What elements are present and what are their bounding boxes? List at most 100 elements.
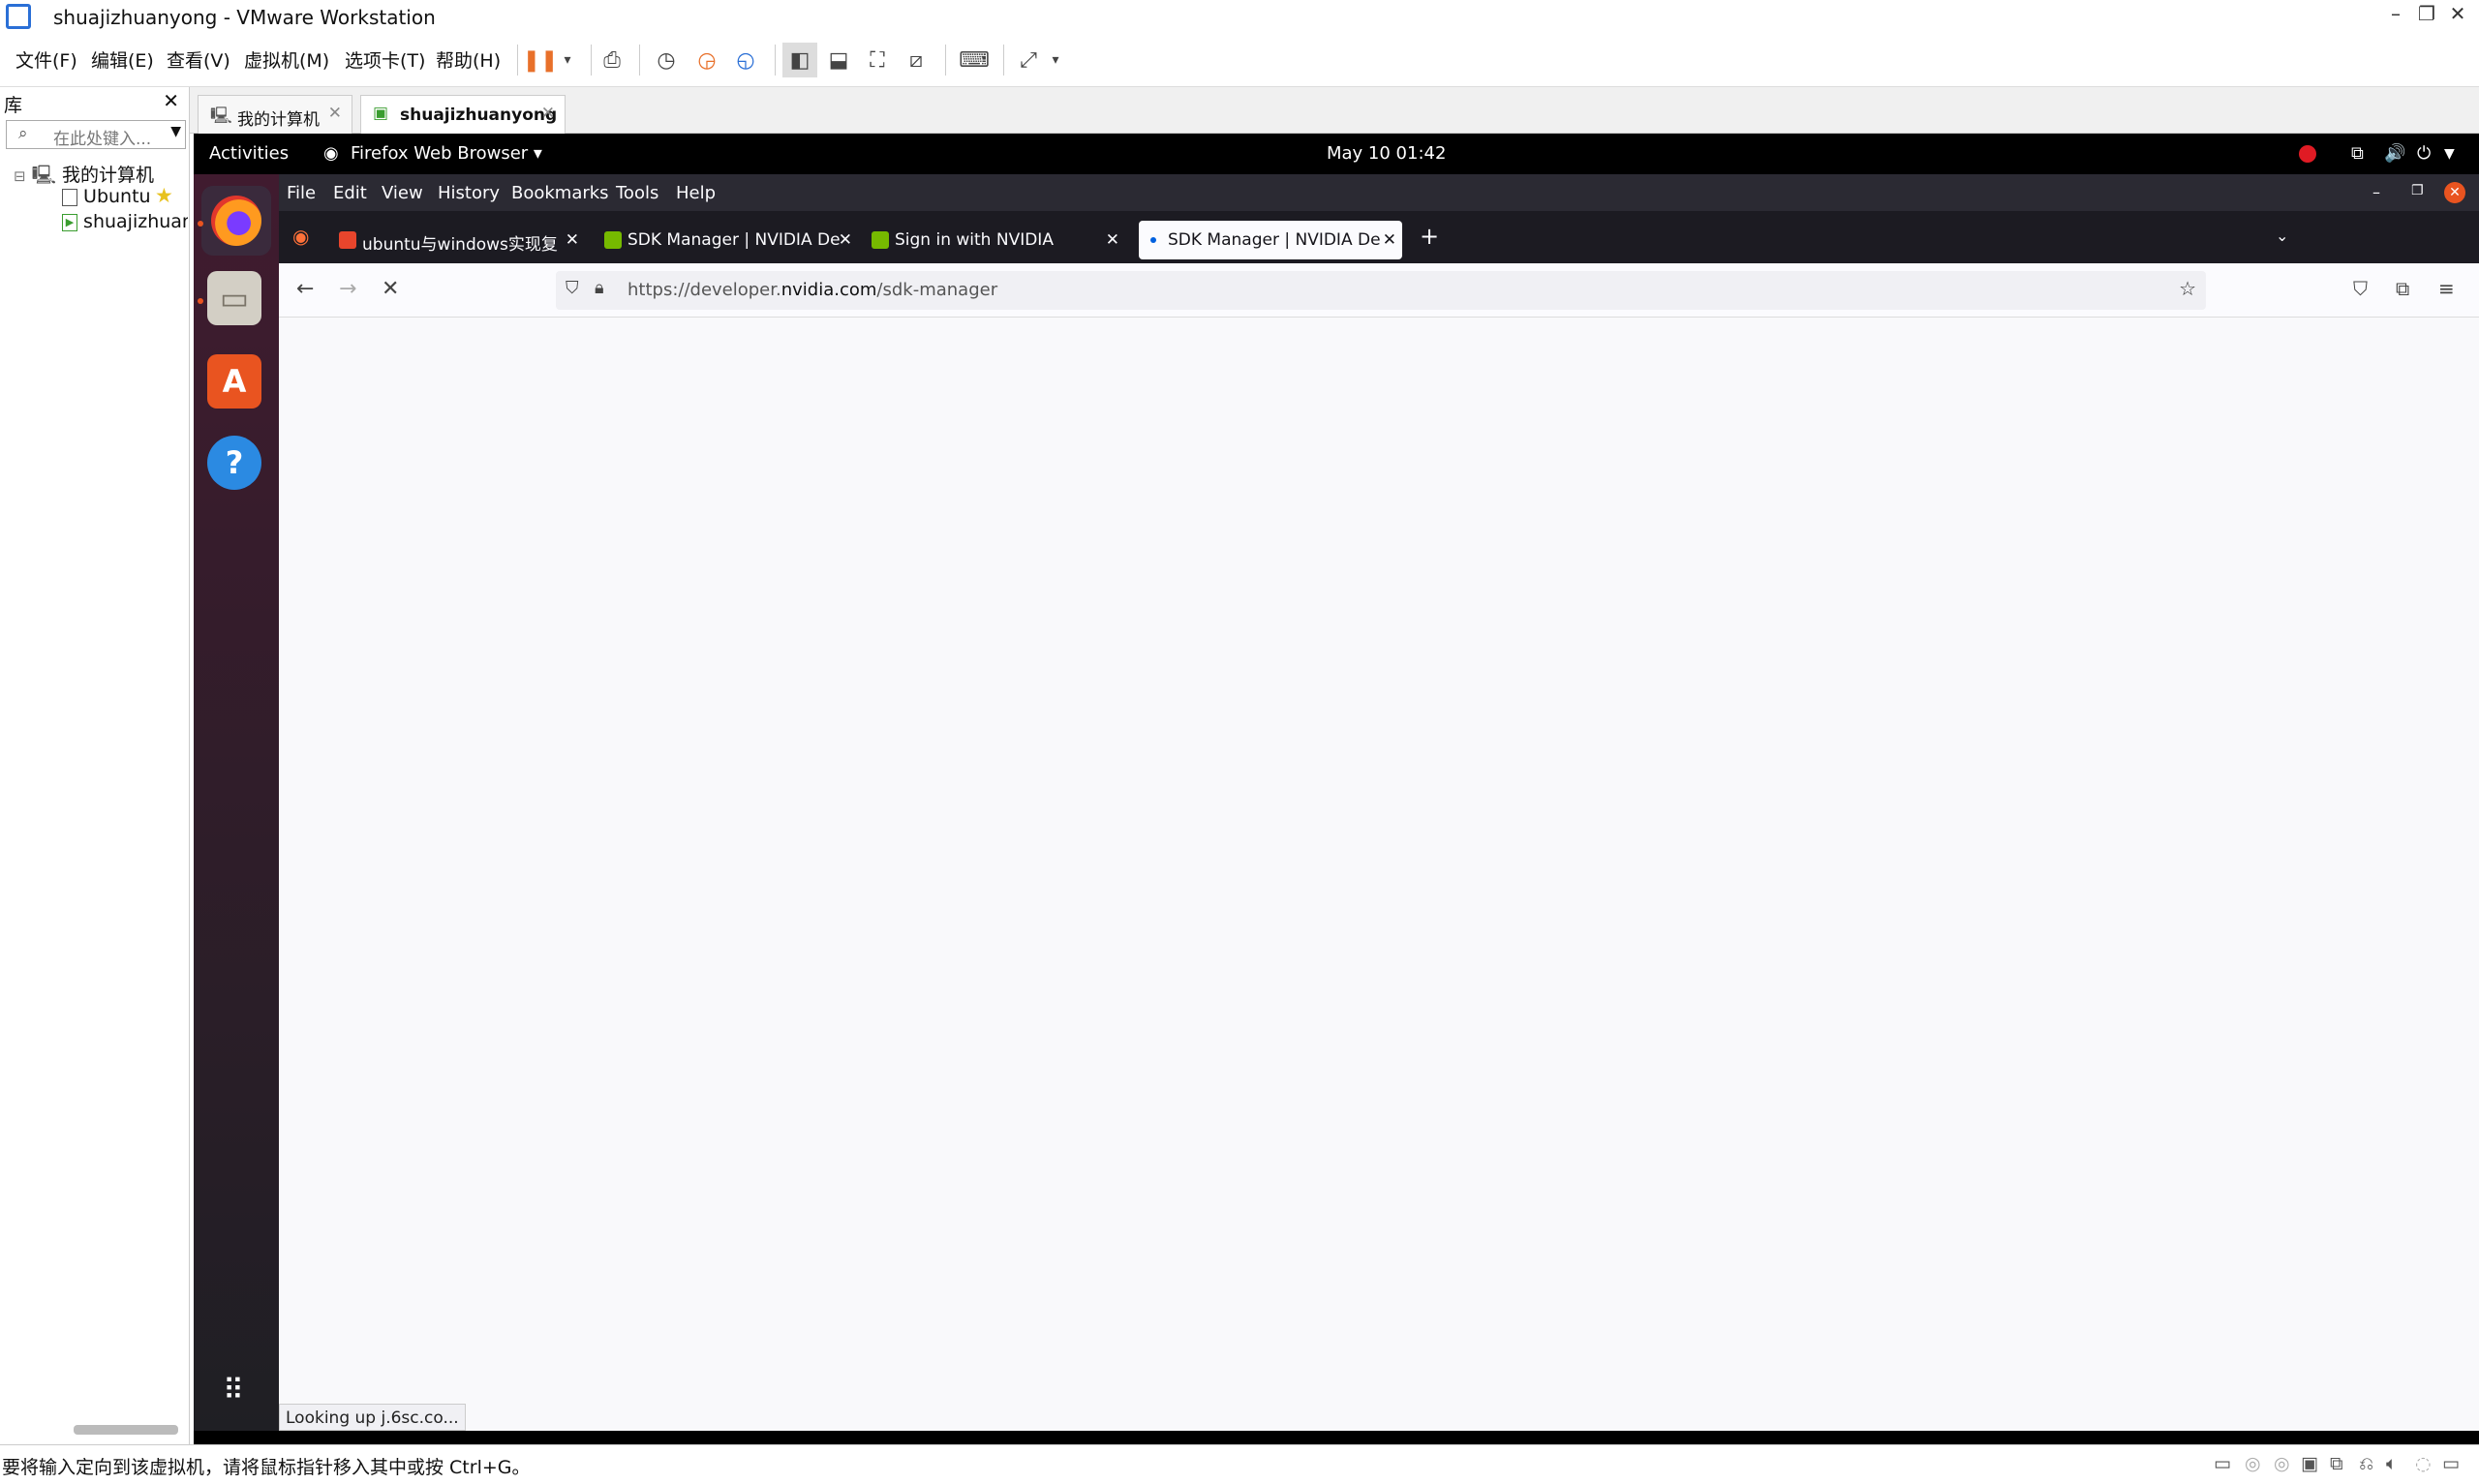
network-icon[interactable]: ⧉: [2351, 143, 2364, 164]
collapse-icon[interactable]: ⊟: [14, 167, 26, 185]
tab-my-computer[interactable]: 🖳 我的计算机 ✕: [198, 95, 352, 134]
dock-help-icon[interactable]: ?: [207, 436, 261, 490]
list-all-tabs-icon[interactable]: ⌄: [2276, 227, 2288, 245]
menu-vm[interactable]: 虚拟机(M): [244, 46, 329, 73]
ff-menu-tools[interactable]: Tools: [616, 183, 658, 203]
power-icon[interactable]: ⏻: [2417, 143, 2431, 164]
library-header: 库: [4, 95, 23, 116]
vm-display[interactable]: Activities ◉ Firefox Web Browser ▾ May 1…: [194, 134, 2479, 1444]
dock-software-icon[interactable]: A: [207, 354, 261, 409]
firefox-window: File Edit View History Bookmarks Tools H…: [279, 174, 2479, 1431]
ff-tab-1[interactable]: ubuntu与windows实现复 ✕: [333, 221, 585, 259]
menu-help[interactable]: 帮助(H): [436, 46, 501, 73]
cd-icon[interactable]: ◎: [2245, 1453, 2261, 1474]
tab-close-icon[interactable]: ✕: [1106, 230, 1119, 250]
ff-menu-history[interactable]: History: [438, 183, 500, 203]
url-domain: nvidia.com: [780, 280, 877, 300]
network-adapter-icon[interactable]: ⧉: [2330, 1453, 2343, 1474]
hdd-icon[interactable]: ▭: [2214, 1453, 2231, 1474]
extensions-icon[interactable]: ⧉: [2396, 277, 2409, 300]
snapshot-icon[interactable]: ◷: [649, 43, 684, 77]
running-vm-icon: ▶: [62, 213, 77, 231]
tracking-shield-icon[interactable]: ⛉: [566, 278, 579, 298]
url-bar[interactable]: ⛉ 🔒︎ https://developer.nvidia.com/sdk-ma…: [556, 271, 2206, 310]
tab-label: shuajizhuanyong: [400, 106, 558, 125]
pause-dropdown-icon[interactable]: ▾: [550, 43, 585, 77]
snapshot-manager-icon[interactable]: ◵: [728, 43, 763, 77]
page-content[interactable]: Looking up j.6sc.co...: [279, 318, 2479, 1431]
cd2-icon[interactable]: ◎: [2274, 1453, 2290, 1474]
tree-item-shuajizhuanyong[interactable]: ▶ shuajizhuanyong: [62, 211, 188, 232]
nvidia-favicon-icon: [604, 231, 622, 249]
library-close-icon[interactable]: ✕: [163, 89, 179, 112]
sound-icon[interactable]: 🔈︎: [2386, 1453, 2397, 1474]
menu-tabs[interactable]: 选项卡(T): [345, 46, 425, 73]
tab-title: Sign in with NVIDIA: [895, 230, 1054, 250]
console-icon[interactable]: ⌨: [957, 43, 992, 77]
favorite-star-icon: ★: [155, 184, 173, 207]
do-not-disturb-icon[interactable]: [2299, 145, 2316, 163]
printer-icon[interactable]: ◌: [2415, 1453, 2432, 1474]
tab-close-icon[interactable]: ✕: [541, 104, 555, 123]
dock-firefox-icon[interactable]: [201, 186, 271, 256]
library-scrollbar[interactable]: [74, 1425, 178, 1435]
menu-view[interactable]: 查看(V): [167, 46, 230, 73]
show-library-icon[interactable]: ◧: [782, 43, 817, 77]
firefox-view-icon[interactable]: ◉: [292, 225, 309, 248]
system-menu-chevron-icon[interactable]: ▼: [2444, 146, 2455, 162]
tree-root-label: 我的计算机: [62, 165, 155, 186]
ff-menu-bookmarks[interactable]: Bookmarks: [511, 183, 609, 203]
ff-restore-icon[interactable]: ❐: [2411, 183, 2424, 198]
dock-files-icon[interactable]: ▭: [207, 271, 261, 325]
new-tab-button[interactable]: +: [1420, 223, 1439, 250]
vm-status-bar: 要将输入定向到该虚拟机，请将鼠标指针移入其中或按 Ctrl+G。 ▭ ◎ ◎ ▣…: [0, 1444, 2479, 1484]
close-button[interactable]: ✕: [2438, 2, 2477, 25]
library-search-placeholder: 在此处键入...: [53, 130, 152, 149]
app-menu[interactable]: Firefox Web Browser ▾: [351, 143, 542, 164]
ff-tab-2[interactable]: SDK Manager | NVIDIA De ✕: [598, 221, 858, 259]
thumbnail-bar-icon[interactable]: ⬓: [821, 43, 856, 77]
ff-tab-active[interactable]: SDK Manager | NVIDIA De ✕: [1139, 221, 1402, 259]
show-applications-icon[interactable]: ⠿: [207, 1363, 261, 1417]
clock[interactable]: May 10 01:42: [1327, 143, 1446, 164]
menu-edit[interactable]: 编辑(E): [91, 46, 154, 73]
revert-snapshot-icon[interactable]: ◶: [689, 43, 724, 77]
back-icon[interactable]: ←: [296, 277, 314, 301]
ff-menu-help[interactable]: Help: [676, 183, 716, 203]
display-icon[interactable]: ▭: [2442, 1453, 2460, 1474]
chevron-down-icon[interactable]: ▼: [170, 124, 181, 139]
tab-close-icon[interactable]: ✕: [328, 104, 342, 123]
unity-icon[interactable]: ⧄: [899, 43, 933, 77]
ff-tab-3[interactable]: Sign in with NVIDIA ✕: [866, 221, 1125, 259]
ff-menu-view[interactable]: View: [382, 183, 423, 203]
tab-close-icon[interactable]: ✕: [1383, 230, 1396, 250]
bookmark-star-icon[interactable]: ☆: [2179, 277, 2196, 300]
ff-menu-file[interactable]: File: [287, 183, 316, 203]
tree-item-label: Ubuntu: [83, 186, 151, 207]
tab-close-icon[interactable]: ✕: [839, 230, 852, 250]
forward-icon[interactable]: →: [339, 277, 356, 301]
window-titlebar: shuajizhuanyong - VMware Workstation – ❐…: [0, 0, 2479, 33]
lock-icon[interactable]: 🔒︎: [595, 278, 604, 298]
hamburger-menu-icon[interactable]: ≡: [2438, 277, 2455, 300]
floppy-icon[interactable]: ▣: [2301, 1453, 2318, 1474]
ff-close-icon[interactable]: ✕: [2444, 182, 2465, 203]
usb-icon[interactable]: ⎌: [2359, 1453, 2373, 1474]
tab-shuajizhuanyong[interactable]: ▣ shuajizhuanyong ✕: [360, 95, 566, 134]
computer-icon: 🖳: [31, 165, 56, 186]
volume-icon[interactable]: 🔊: [2384, 143, 2405, 164]
fullscreen-icon[interactable]: ⛶: [860, 43, 895, 77]
tab-favicon: [339, 231, 356, 249]
ff-minimize-icon[interactable]: –: [2372, 183, 2380, 201]
library-search-input[interactable]: ⌕ 在此处键入... ▼: [6, 120, 186, 149]
library-panel: 库 ✕ ⌕ 在此处键入... ▼ ⊟ 🖳 我的计算机 Ubuntu ★ ▶ sh…: [0, 87, 190, 1444]
stop-icon[interactable]: ✕: [382, 277, 399, 301]
menu-file[interactable]: 文件(F): [15, 46, 77, 73]
tab-close-icon[interactable]: ✕: [566, 230, 579, 250]
activities-button[interactable]: Activities: [209, 143, 289, 164]
running-vm-icon: ▣: [373, 104, 389, 123]
stretch-dropdown-icon[interactable]: ▾: [1038, 43, 1073, 77]
pocket-icon[interactable]: ⛉: [2353, 277, 2368, 300]
ff-menu-edit[interactable]: Edit: [333, 183, 367, 203]
send-ctrl-alt-del-icon[interactable]: ⎙: [595, 43, 629, 77]
